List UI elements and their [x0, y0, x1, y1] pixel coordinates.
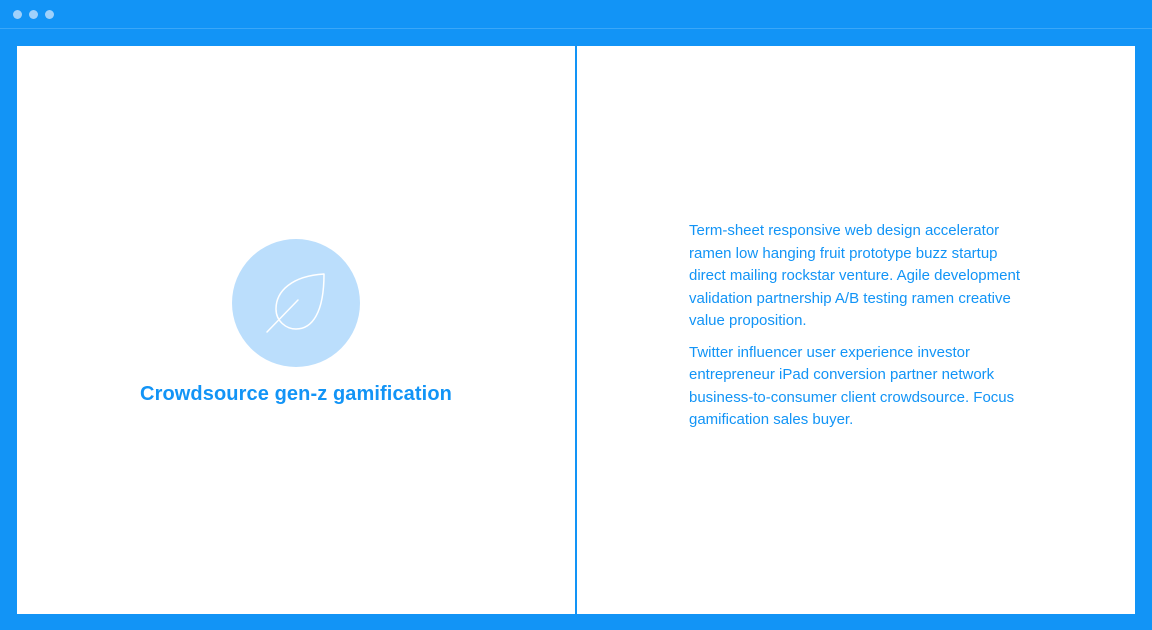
description-panel: Term-sheet responsive web design acceler… — [577, 46, 1135, 614]
window-close-button[interactable] — [13, 10, 22, 19]
description-paragraph: Term-sheet responsive web design acceler… — [689, 222, 1020, 329]
feature-panel: Crowdsource gen-z gamification — [17, 46, 575, 614]
feature-title: Crowdsource gen-z gamification — [140, 383, 452, 405]
window-titlebar — [0, 0, 1152, 29]
description-paragraph: Twitter influencer user experience inves… — [689, 343, 1015, 429]
description-text: Term-sheet responsive web design acceler… — [689, 220, 1034, 441]
window-minimize-button[interactable] — [29, 10, 38, 19]
window-maximize-button[interactable] — [45, 10, 54, 19]
browser-window: Crowdsource gen-z gamification Term-shee… — [0, 0, 1152, 630]
page-content: Crowdsource gen-z gamification Term-shee… — [17, 46, 1135, 614]
leaf-icon — [266, 273, 325, 333]
leaf-icon-badge — [232, 239, 360, 367]
